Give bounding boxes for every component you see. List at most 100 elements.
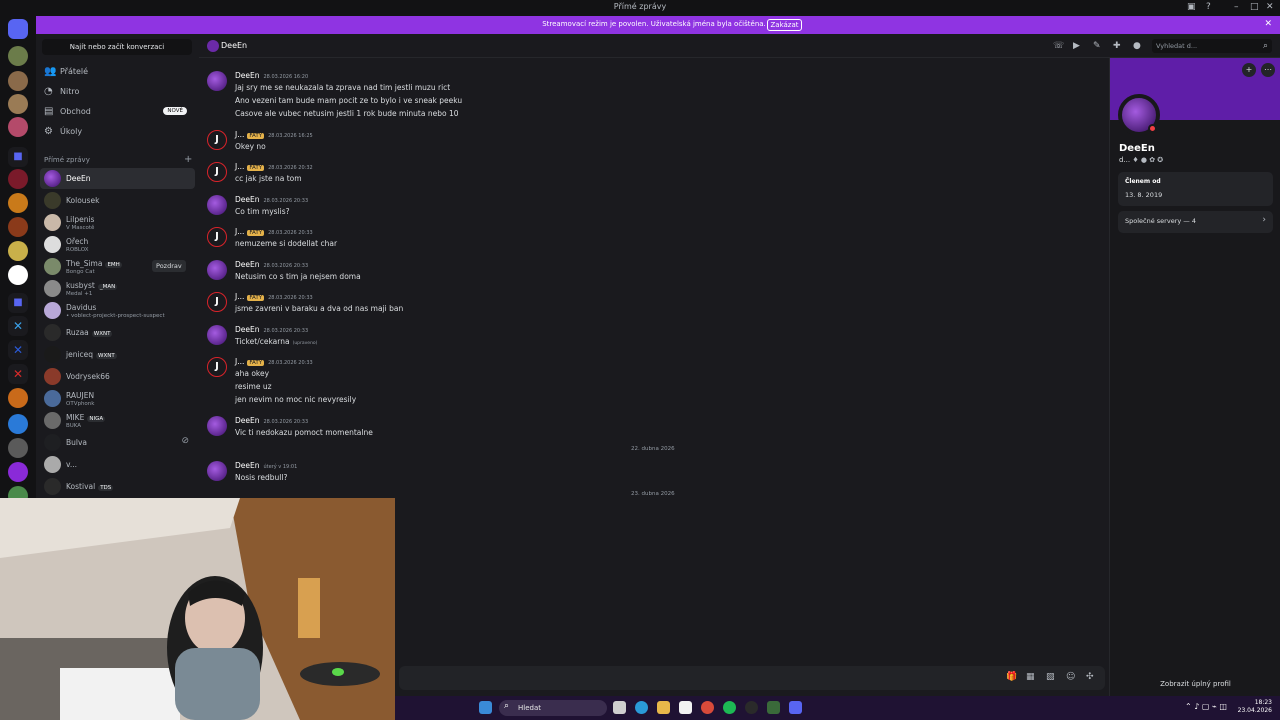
more-icon[interactable]: ⋯ (1261, 63, 1275, 77)
avatar[interactable] (207, 325, 227, 345)
avatar[interactable]: J (207, 130, 227, 150)
dm-item[interactable]: Bulva ⊘ (40, 432, 195, 453)
folder-icon[interactable]: ■ (8, 147, 28, 167)
search-input[interactable]: Vyhledat d... (1152, 39, 1272, 53)
server-icon[interactable] (8, 46, 28, 66)
author[interactable]: J... (235, 292, 244, 301)
dm-item[interactable]: Ořech ROBLOX (40, 234, 195, 255)
nav-shop[interactable]: ▤ Obchod NOVÉ (40, 102, 195, 122)
server-icon[interactable] (8, 94, 28, 114)
minimize-button[interactable]: – (1234, 2, 1239, 12)
add-friend-icon[interactable]: + (1242, 63, 1256, 77)
dm-item[interactable]: RAUJEN OTVphonk (40, 388, 195, 409)
avatar[interactable]: J (207, 227, 227, 247)
tray-icons[interactable]: ⌃ ♪ ▢ ⌁ ◫ (1185, 702, 1227, 711)
dm-item[interactable]: Kolousek (40, 190, 195, 211)
avatar[interactable] (207, 416, 227, 436)
server-icon[interactable] (8, 169, 28, 189)
server-icon[interactable] (8, 414, 28, 434)
server-icon[interactable] (8, 71, 28, 91)
dm-item[interactable]: v... (40, 454, 195, 475)
dm-item[interactable]: kusbyst _MAN Medal +1 (40, 278, 195, 299)
avatar[interactable]: J (207, 162, 227, 182)
avatar[interactable] (207, 195, 227, 215)
message-input[interactable] (399, 666, 1105, 690)
help-icon[interactable]: ? (1206, 2, 1211, 12)
wave-button[interactable]: Pozdrav (152, 260, 186, 272)
maximize-button[interactable]: □ (1250, 2, 1259, 12)
server-icon[interactable] (8, 265, 28, 285)
avatar[interactable]: J (207, 292, 227, 312)
server-icon[interactable] (8, 217, 28, 237)
server-icon[interactable] (8, 388, 28, 408)
discord-icon[interactable] (789, 701, 802, 714)
chrome-icon[interactable] (701, 701, 714, 714)
close-window-button[interactable]: ✕ (1266, 2, 1274, 12)
server-icon[interactable] (8, 438, 28, 458)
avatar[interactable] (207, 260, 227, 280)
author[interactable]: DeeEn (235, 325, 260, 334)
inbox-icon[interactable]: ▣ (1187, 2, 1196, 12)
add-friends-icon[interactable]: ✚ (1113, 41, 1121, 51)
dm-item[interactable]: jeniceq WXNT (40, 344, 195, 365)
message-header: J... FATY 28.03.2026 20:33 (235, 292, 313, 301)
call-icon[interactable]: ☏ (1053, 41, 1064, 51)
server-icon[interactable] (8, 241, 28, 261)
server-icon[interactable] (8, 193, 28, 213)
mutual-servers-button[interactable]: Společné servery — 4 › (1118, 211, 1273, 233)
avatar[interactable] (207, 461, 227, 481)
author[interactable]: J... (235, 162, 244, 171)
taskbar-search[interactable]: Hledat (499, 700, 607, 716)
avatar[interactable]: J (207, 357, 227, 377)
server-icon[interactable]: ✕ (8, 364, 28, 384)
server-icon[interactable] (8, 117, 28, 137)
dm-item[interactable]: DeeEn (40, 168, 195, 189)
store-icon[interactable] (679, 701, 692, 714)
avatar[interactable] (207, 71, 227, 91)
edge-icon[interactable] (635, 701, 648, 714)
author[interactable]: J... (235, 227, 244, 236)
task-view-icon[interactable] (613, 701, 626, 714)
dm-item[interactable]: The_Sima EMH Bongo Cat Pozdrav (40, 256, 195, 277)
server-icon[interactable]: ✕ (8, 340, 28, 360)
find-conversation-input[interactable]: Najít nebo začít konverzaci (42, 39, 192, 55)
app-icon[interactable] (767, 701, 780, 714)
dm-item[interactable]: MIKE NIGA BUKA (40, 410, 195, 431)
dm-item[interactable]: Vodrysek66 (40, 366, 195, 387)
gift-icon[interactable]: 🎁 (1006, 672, 1017, 682)
dm-item[interactable]: Kostival TDS (40, 476, 195, 497)
nav-nitro[interactable]: ◔ Nitro (40, 82, 195, 102)
author[interactable]: DeeEn (235, 71, 260, 80)
emoji-icon[interactable]: ☺ (1066, 672, 1075, 682)
clock[interactable]: 18:23 23.04.2026 (1238, 699, 1272, 715)
folder-icon[interactable]: ■ (8, 293, 28, 313)
nav-friends[interactable]: 👥 Přátelé (40, 62, 195, 82)
author[interactable]: J... (235, 130, 244, 139)
pin-icon[interactable]: ✎ (1093, 41, 1101, 51)
discord-home-icon[interactable] (8, 19, 28, 39)
video-icon[interactable]: ▶ (1073, 41, 1080, 51)
file-explorer-icon[interactable] (657, 701, 670, 714)
apps-icon[interactable]: ✣ (1086, 672, 1094, 682)
author[interactable]: DeeEn (235, 195, 260, 204)
server-icon[interactable] (8, 462, 28, 482)
server-icon[interactable]: ✕ (8, 316, 28, 336)
nav-quests[interactable]: ⚙ Úkoly (40, 122, 195, 142)
close-icon[interactable]: ✕ (1264, 19, 1272, 29)
author[interactable]: J... (235, 357, 244, 366)
dm-item[interactable]: Lilpenis V Mascotě (40, 212, 195, 233)
author[interactable]: DeeEn (235, 461, 260, 470)
dm-item[interactable]: Ruzaa WXNT (40, 322, 195, 343)
profile-icon[interactable]: ● (1133, 41, 1141, 51)
plus-icon[interactable]: + (184, 154, 192, 165)
author[interactable]: DeeEn (235, 416, 260, 425)
author[interactable]: DeeEn (235, 260, 260, 269)
spotify-icon[interactable] (723, 701, 736, 714)
dm-item[interactable]: Davidus • voblect-projeckt-prospect-susp… (40, 300, 195, 321)
sticker-icon[interactable]: ▧ (1046, 672, 1055, 682)
steam-icon[interactable] (745, 701, 758, 714)
disable-button[interactable]: Zakázat (767, 19, 802, 31)
start-icon[interactable] (479, 701, 492, 714)
view-full-profile-link[interactable]: Zobrazit úplný profil (1110, 680, 1280, 688)
gif-icon[interactable]: ▦ (1026, 672, 1035, 682)
